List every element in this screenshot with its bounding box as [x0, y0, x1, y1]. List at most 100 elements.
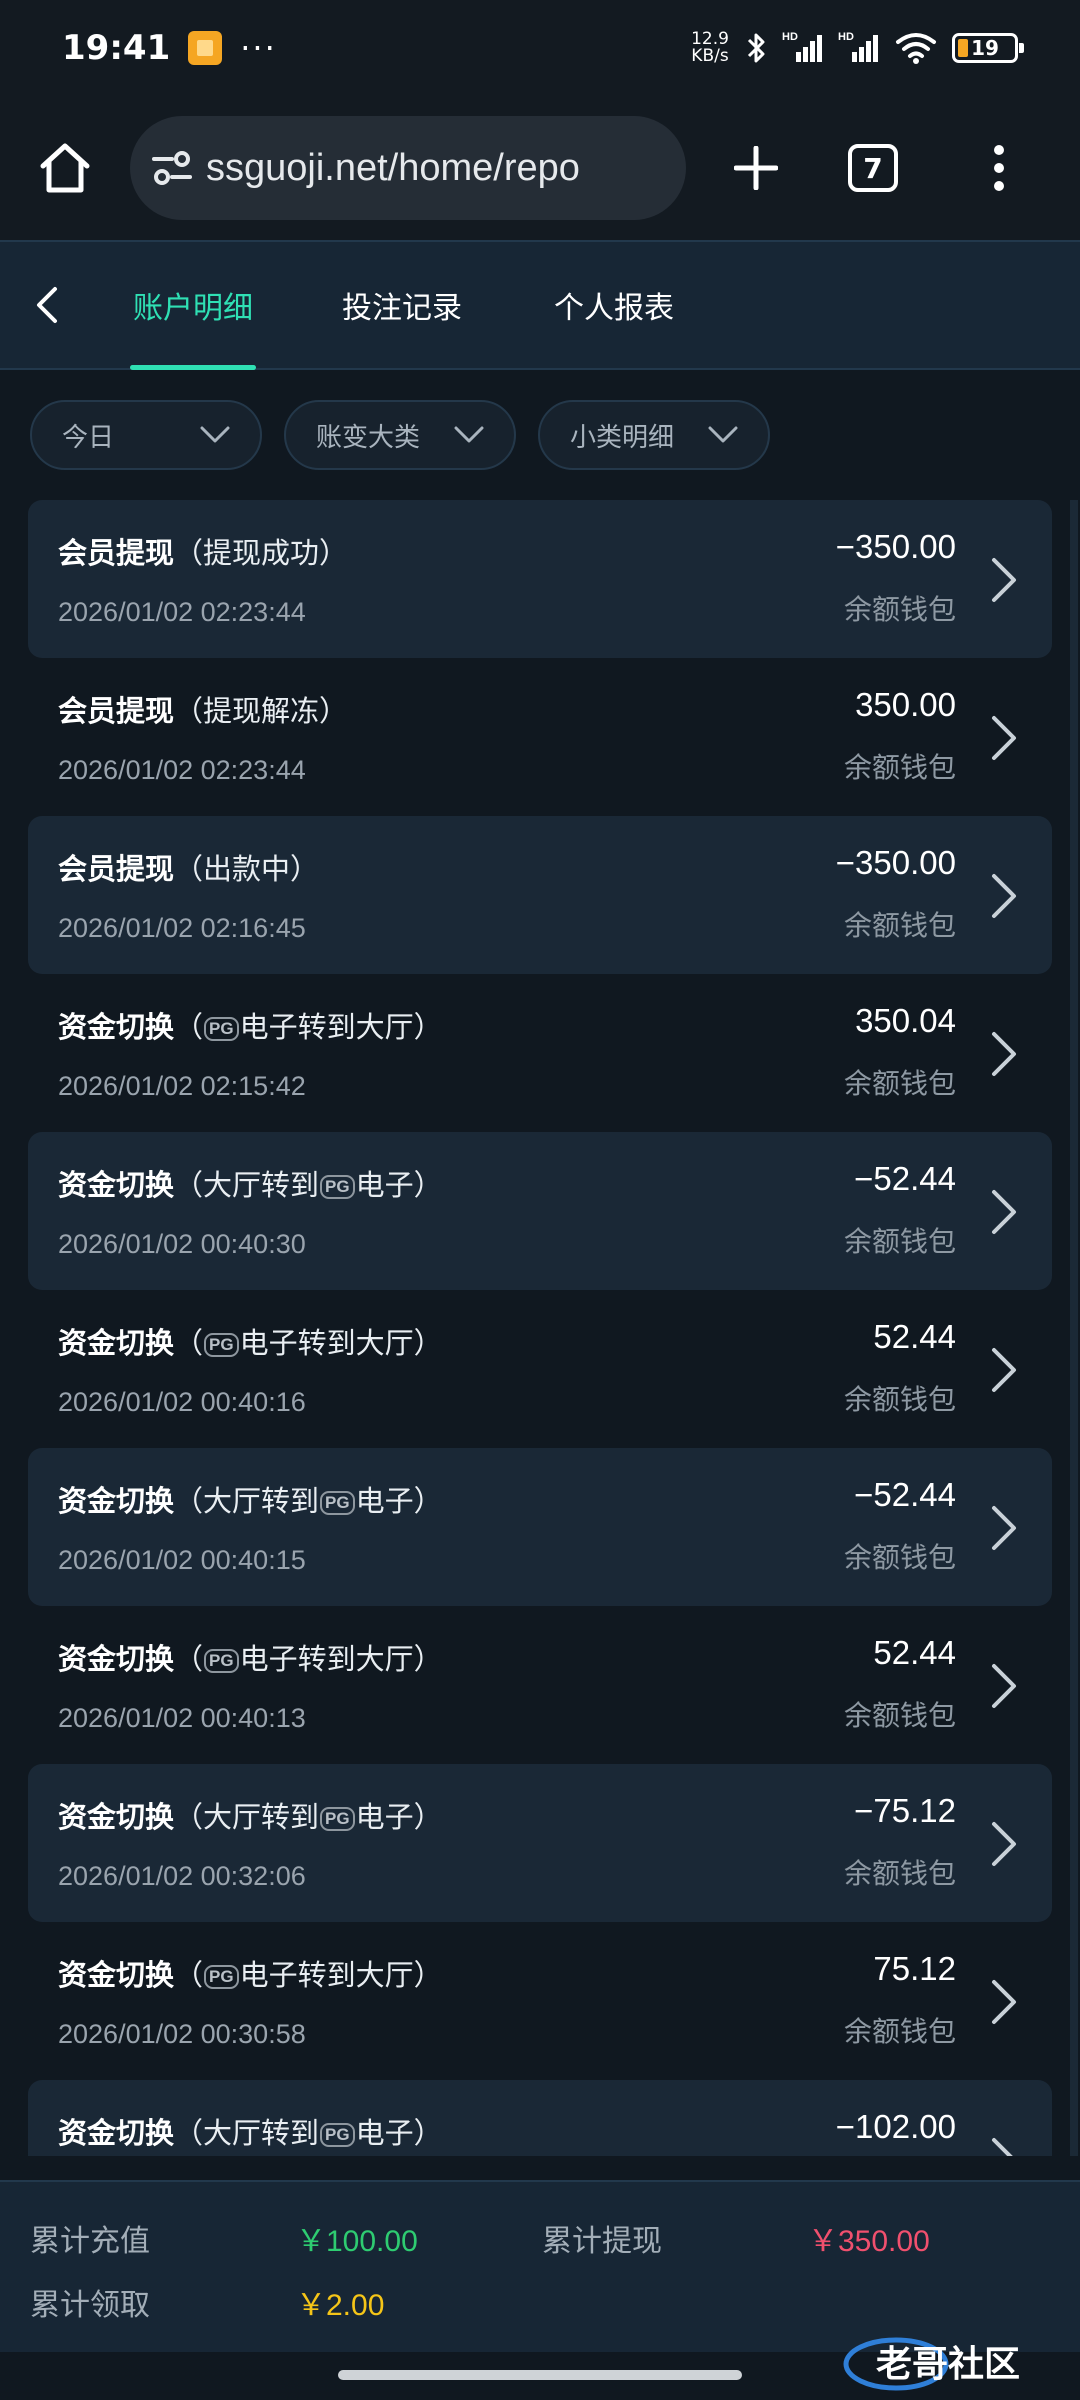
transaction-subtype: （大厅转到 — [174, 1168, 320, 1202]
transaction-subtype-rest: 电子） — [355, 1800, 443, 1834]
transaction-type: 资金切换 — [58, 1642, 175, 1676]
transaction-row[interactable]: 资金切换（ PG 电子转到大厅） 2026/01/02 02:15:42 350.04 余… — [28, 974, 1052, 1132]
transaction-row[interactable]: 资金切换（大厅转到 PG 电子） 2026/01/02 00:40:15 −52.44 余… — [28, 1448, 1052, 1606]
wallet-label: 余额钱包 — [843, 2015, 956, 2048]
home-button[interactable] — [0, 96, 130, 240]
transaction-subtype-rest: 电子转到大厅） — [239, 1958, 443, 1992]
transaction-row[interactable]: 会员提现（提现成功） 2026/01/02 02:23:44 −350.00 余额钱包 — [28, 500, 1052, 658]
svg-text:老哥社区: 老哥社区 — [876, 2344, 1020, 2385]
total-deposit-label: 累计充值 — [30, 2224, 150, 2259]
chevron-right-icon — [992, 1822, 1016, 1866]
transaction-type: 资金切换 — [58, 1484, 175, 1518]
pg-provider-icon: PG — [204, 1649, 239, 1673]
transaction-row[interactable]: 会员提现（出款中） 2026/01/02 02:16:45 −350.00 余额钱包 — [28, 816, 1052, 974]
transaction-type: 会员提现 — [58, 694, 175, 728]
pg-provider-icon: PG — [320, 2123, 355, 2147]
transaction-type: 会员提现 — [58, 536, 175, 570]
transaction-row[interactable]: 资金切换（大厅转到 PG 电子） −102.00 — [28, 2080, 1052, 2156]
tab-bet-records[interactable]: 投注记录 — [340, 240, 464, 370]
url-text: ssguoji.net/home/repo — [206, 146, 580, 189]
transaction-amount: 75.12 — [873, 1950, 956, 1987]
svg-text:HD: HD — [838, 31, 854, 43]
site-settings-icon[interactable] — [152, 150, 192, 186]
transaction-type: 资金切换 — [58, 1326, 175, 1360]
pg-provider-icon: PG — [320, 1175, 355, 1199]
chevron-right-icon — [992, 1664, 1016, 1708]
chevron-left-icon — [37, 287, 57, 323]
transaction-time: 2026/01/02 02:15:42 — [58, 1071, 306, 1101]
transaction-subtype: （出款中） — [174, 852, 320, 886]
gesture-navigation-bar[interactable] — [338, 2370, 742, 2380]
transaction-subtype: （提现解冻） — [174, 694, 349, 728]
transaction-subtype: （提现成功） — [174, 536, 349, 570]
transaction-title: 会员提现（提现成功） — [58, 530, 348, 572]
chevron-right-icon — [992, 1190, 1016, 1234]
transaction-row[interactable]: 会员提现（提现解冻） 2026/01/02 02:23:44 350.00 余额钱包 — [28, 658, 1052, 816]
transaction-time: 2026/01/02 02:23:44 — [58, 755, 306, 785]
scrollbar[interactable] — [1070, 500, 1078, 2156]
date-filter-label: 今日 — [62, 422, 115, 453]
browser-toolbar: ssguoji.net/home/repo 7 — [0, 96, 1080, 240]
back-button[interactable] — [0, 240, 94, 370]
address-bar[interactable]: ssguoji.net/home/repo — [130, 116, 686, 220]
transaction-type: 资金切换 — [58, 1800, 175, 1834]
transaction-type: 资金切换 — [58, 1010, 175, 1044]
transaction-title: 资金切换（ PG 电子转到大厅） — [58, 1952, 443, 1994]
wallet-label: 余额钱包 — [843, 1225, 956, 1258]
subcategory-filter-dropdown[interactable]: 小类明细 — [538, 400, 770, 470]
status-time: 19:41 — [62, 28, 171, 68]
transaction-subtype-rest: 电子转到大厅） — [239, 1642, 443, 1676]
total-claim-label: 累计领取 — [30, 2288, 150, 2323]
transaction-type: 会员提现 — [58, 852, 175, 886]
transaction-title: 资金切换（ PG 电子转到大厅） — [58, 1636, 443, 1678]
category-filter-dropdown[interactable]: 账变大类 — [284, 400, 516, 470]
transaction-row[interactable]: 资金切换（大厅转到 PG 电子） 2026/01/02 00:40:30 −52.44 余… — [28, 1132, 1052, 1290]
browser-menu-button[interactable] — [994, 145, 1004, 191]
subcategory-filter-label: 小类明细 — [570, 422, 675, 453]
pg-provider-icon: PG — [204, 1017, 239, 1041]
transaction-time: 2026/01/02 00:40:16 — [58, 1387, 306, 1417]
notification-app-icon — [188, 31, 223, 65]
pg-provider-icon: PG — [320, 1491, 355, 1515]
page-tab-bar: 账户明细 投注记录 个人报表 — [0, 240, 1080, 370]
date-filter-dropdown[interactable]: 今日 — [30, 400, 262, 470]
chevron-right-icon — [992, 2138, 1013, 2156]
pg-provider-icon: PG — [204, 1333, 239, 1357]
transaction-time: 2026/01/02 02:16:45 — [58, 913, 306, 943]
transaction-row[interactable]: 资金切换（大厅转到 PG 电子） 2026/01/02 00:32:06 −75.12 余… — [28, 1764, 1052, 1922]
transaction-subtype: （ — [174, 1010, 204, 1044]
transaction-amount: −75.12 — [854, 1792, 956, 1829]
tab-switcher-button[interactable]: 7 — [848, 144, 898, 192]
chevron-down-icon — [708, 426, 738, 443]
transaction-subtype: （ — [174, 1326, 204, 1360]
transaction-amount: −350.00 — [835, 844, 956, 881]
chevron-right-icon — [992, 1348, 1016, 1392]
transaction-time: 2026/01/02 00:40:30 — [58, 1229, 306, 1259]
tab-account-details[interactable]: 账户明细 — [130, 240, 256, 370]
chevron-right-icon — [992, 558, 1016, 602]
transaction-title: 资金切换（大厅转到 PG 电子） — [58, 1478, 443, 1520]
wallet-label: 余额钱包 — [843, 1383, 956, 1416]
wallet-label: 余额钱包 — [843, 593, 956, 626]
total-deposit-value: ￥100.00 — [296, 2225, 418, 2258]
transaction-row[interactable]: 资金切换（ PG 电子转到大厅） 2026/01/02 00:40:16 52.44 余额… — [28, 1290, 1052, 1448]
tab-personal-report[interactable]: 个人报表 — [552, 240, 676, 370]
battery-icon: 19 — [952, 33, 1024, 63]
transaction-title: 资金切换（大厅转到 PG 电子） — [58, 1794, 443, 1836]
transaction-row[interactable]: 资金切换（ PG 电子转到大厅） 2026/01/02 00:40:13 52.44 余额… — [28, 1606, 1052, 1764]
filter-bar: 今日 账变大类 小类明细 — [30, 400, 770, 470]
more-notifications-icon: ··· — [240, 29, 277, 67]
transaction-amount: −350.00 — [835, 528, 956, 565]
transaction-amount: −102.00 — [835, 2108, 956, 2145]
transaction-subtype: （大厅转到 — [174, 1484, 320, 1518]
transaction-time: 2026/01/02 00:40:15 — [58, 1545, 306, 1575]
transaction-title: 会员提现（出款中） — [58, 846, 319, 888]
transaction-time: 2026/01/02 00:32:06 — [58, 1861, 306, 1891]
transaction-subtype-rest: 电子） — [355, 2116, 443, 2150]
new-tab-button[interactable] — [686, 146, 826, 190]
transaction-time: 2026/01/02 00:40:13 — [58, 1703, 306, 1733]
wallet-label: 余额钱包 — [843, 1699, 956, 1732]
transaction-row[interactable]: 资金切换（ PG 电子转到大厅） 2026/01/02 00:30:58 75.12 余额… — [28, 1922, 1052, 2080]
signal-icon: HD — [782, 31, 822, 62]
transaction-title: 资金切换（大厅转到 PG 电子） — [58, 1162, 443, 1204]
